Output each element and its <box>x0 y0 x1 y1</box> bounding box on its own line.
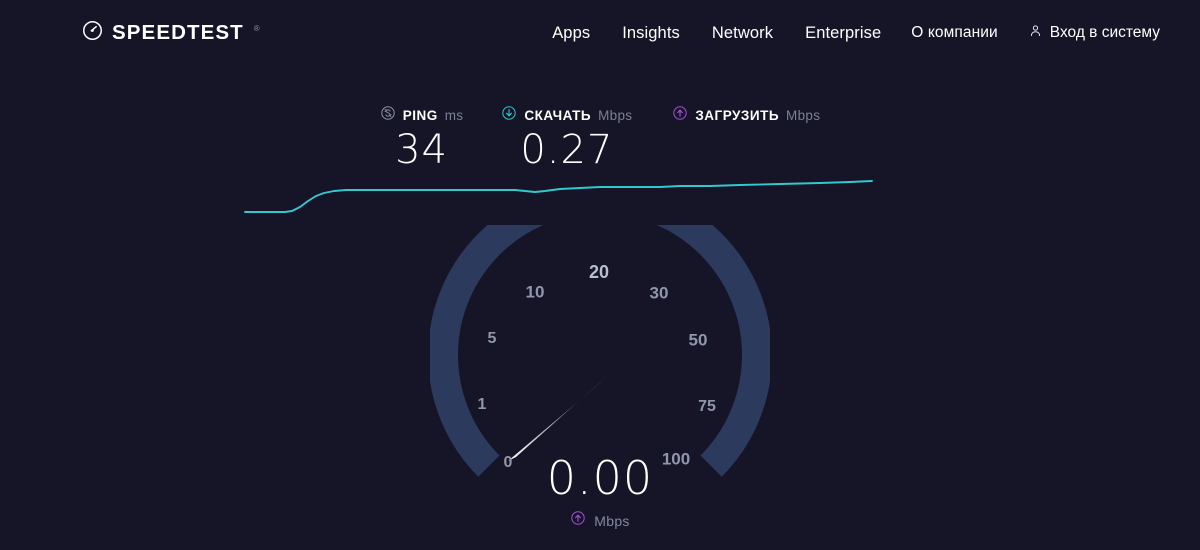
ping-icon <box>380 105 396 126</box>
throughput-sparkline <box>0 168 1200 228</box>
login-label: Вход в систему <box>1049 24 1160 41</box>
nav-item-apps[interactable]: Apps <box>552 18 590 49</box>
metric-ping-label: PING <box>402 107 438 123</box>
nav-item-insights[interactable]: Insights <box>622 18 680 49</box>
person-icon <box>1028 23 1043 43</box>
download-arrow-icon <box>501 105 517 126</box>
gauge-tick-1: 1 <box>478 396 487 413</box>
upload-arrow-icon <box>570 510 586 531</box>
main-navigation: Apps Insights Network Enterprise О компа… <box>552 18 1160 49</box>
metric-upload-header: ЗАГРУЗИТЬ Mbps <box>672 105 820 125</box>
gauge-readout-unit-row: Mbps <box>0 510 1200 531</box>
gauge-tick-10: 10 <box>526 282 545 301</box>
brand-name: SPEEDTEST <box>112 21 244 44</box>
site-header: SPEEDTEST ® Apps Insights Network Enterp… <box>0 0 1200 66</box>
metric-download-value: 0.27 <box>520 127 614 173</box>
metrics-row: PING ms 34 СКАЧАТЬ Mbps 0.27 ЗАГРУЗИТЬ M… <box>0 105 1200 173</box>
sparkline-path <box>244 180 873 213</box>
speedtest-logo[interactable]: SPEEDTEST ® <box>82 20 260 46</box>
metric-upload: ЗАГРУЗИТЬ Mbps <box>672 105 820 173</box>
gauge-readout: 0.00 Mbps <box>0 455 1200 531</box>
metric-ping: PING ms 34 <box>380 105 464 173</box>
metric-download: СКАЧАТЬ Mbps 0.27 <box>501 105 632 173</box>
metric-download-label: СКАЧАТЬ <box>524 107 592 123</box>
gauge-tick-75: 75 <box>698 398 716 415</box>
metric-upload-unit: Mbps <box>786 107 821 123</box>
metric-ping-header: PING ms <box>380 105 464 125</box>
nav-item-network[interactable]: Network <box>712 18 773 49</box>
gauge-needle <box>508 375 608 461</box>
login-button[interactable]: Вход в систему <box>1028 23 1160 43</box>
gauge-readout-unit: Mbps <box>594 512 630 529</box>
metric-ping-value: 34 <box>395 127 449 173</box>
nav-item-about[interactable]: О компании <box>911 18 998 48</box>
gauge-readout-value: 0.00 <box>546 451 654 505</box>
gauge-tick-50: 50 <box>689 330 708 349</box>
metric-download-header: СКАЧАТЬ Mbps <box>501 105 632 125</box>
metric-download-unit: Mbps <box>598 107 633 123</box>
brand-trademark: ® <box>253 24 260 33</box>
metric-upload-label: ЗАГРУЗИТЬ <box>695 107 780 123</box>
gauge-tick-20: 20 <box>589 262 609 282</box>
upload-arrow-icon <box>672 105 688 126</box>
gauge-tick-5: 5 <box>488 330 497 347</box>
speedometer-icon <box>82 20 103 46</box>
nav-item-enterprise[interactable]: Enterprise <box>805 18 881 49</box>
gauge-tick-30: 30 <box>650 283 669 302</box>
metric-ping-unit: ms <box>444 107 464 123</box>
